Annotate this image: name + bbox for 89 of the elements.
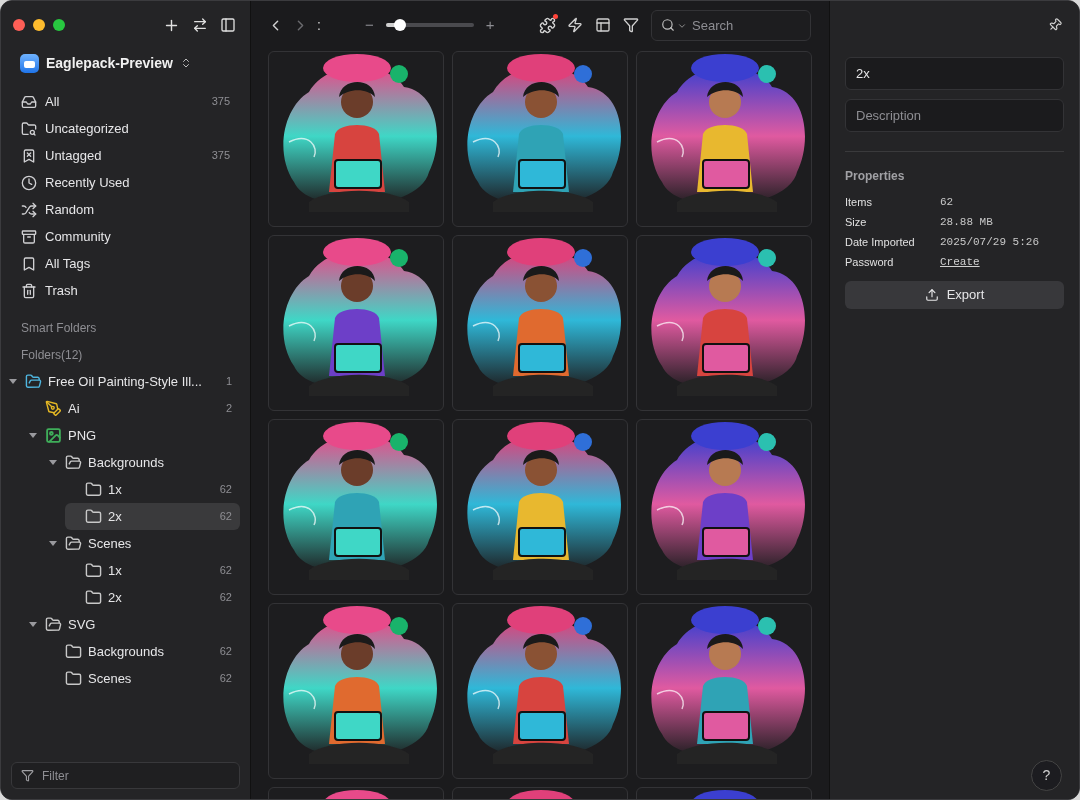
folder-item[interactable]: 1x 62	[65, 557, 240, 584]
property-label: Size	[845, 214, 868, 230]
archive-icon	[21, 228, 37, 245]
property-label: Date Imported	[845, 234, 916, 250]
caret-icon[interactable]	[49, 459, 57, 466]
bookmark-icon	[21, 255, 37, 272]
folder-item[interactable]: PNG	[25, 422, 240, 449]
zoom-in-button[interactable]: +	[485, 13, 495, 37]
bookmark-icon	[21, 147, 37, 164]
property-value: 62	[940, 194, 954, 210]
folder-label: 2x	[108, 507, 123, 526]
zoom-out-button[interactable]: −	[364, 13, 374, 37]
nav-item[interactable]: All 375	[11, 88, 240, 115]
create-link[interactable]: Create	[940, 253, 980, 271]
property-label: Password	[845, 254, 895, 270]
item-count: 375	[211, 148, 230, 164]
library-switcher[interactable]: Eaglepack-Preview	[1, 49, 250, 77]
trash-icon	[21, 282, 37, 299]
folder-label: PNG	[68, 426, 98, 445]
folder-item[interactable]: Ai 2	[25, 395, 240, 422]
folder-item[interactable]: 2x 62	[65, 584, 240, 611]
search-field[interactable]: Search	[651, 9, 811, 41]
export-button[interactable]: Export	[845, 281, 1064, 309]
folder-label: 1x	[108, 480, 123, 499]
folder-label: SVG	[68, 615, 97, 634]
slider-thumb[interactable]	[393, 19, 406, 31]
property-label: Items	[845, 194, 873, 210]
folder-label: 2x	[108, 588, 123, 607]
folder-label: Free Oil Painting-Style Ill...	[48, 372, 203, 391]
item-count: 375	[211, 94, 230, 110]
folder-label: Ai	[68, 399, 81, 418]
upload-icon	[924, 288, 939, 302]
item-count: 2	[225, 401, 232, 417]
close-button[interactable]	[13, 19, 25, 31]
folder-item[interactable]: Scenes	[45, 530, 240, 557]
caret-icon[interactable]	[49, 540, 57, 547]
section-heading: Properties	[845, 168, 906, 185]
help-button[interactable]: ?	[1031, 760, 1062, 791]
caret-icon[interactable]	[29, 432, 37, 439]
folder-label: 1x	[108, 561, 123, 580]
caret-icon[interactable]	[29, 621, 37, 628]
minimize-button[interactable]	[33, 19, 45, 31]
item-count: 62	[219, 590, 232, 606]
folder-item[interactable]: Backgrounds	[45, 449, 240, 476]
section-heading: Folders(12)	[21, 347, 84, 364]
layout-icon[interactable]	[595, 17, 611, 33]
nav-item[interactable]: Random	[11, 196, 240, 223]
nav-item[interactable]: All Tags	[11, 250, 240, 277]
swap-icon[interactable]	[192, 16, 208, 33]
search-icon	[661, 17, 675, 32]
folder-item[interactable]: 2x 62	[65, 503, 240, 530]
folder-item[interactable]: 1x 62	[65, 476, 240, 503]
filter-icon	[21, 769, 34, 782]
folder-item[interactable]: Backgrounds 62	[45, 638, 240, 665]
item-count: 62	[219, 482, 232, 498]
section-heading: Smart Folders	[21, 320, 98, 337]
nav-item[interactable]: Trash	[11, 277, 240, 304]
filter-icon[interactable]	[623, 17, 639, 33]
name-field[interactable]: 2x	[845, 57, 1064, 90]
item-count: 1	[225, 374, 232, 390]
folder-label: Scenes	[88, 669, 133, 688]
item-count: 62	[219, 671, 232, 687]
folder-label: Backgrounds	[88, 453, 165, 472]
clock-icon	[21, 174, 37, 191]
lightning-icon[interactable]	[567, 17, 583, 33]
sidebar-toggle-icon[interactable]	[220, 16, 236, 33]
nav-item[interactable]: Community	[11, 223, 240, 250]
item-count: 62	[219, 644, 232, 660]
nav-item[interactable]: Recently Used	[11, 169, 240, 196]
item-count: 62	[219, 509, 232, 525]
property-value: 28.88 MB	[940, 214, 993, 230]
folder-label: Backgrounds	[88, 642, 165, 661]
maximize-button[interactable]	[53, 19, 65, 31]
library-icon	[20, 53, 39, 73]
item-count: 62	[219, 563, 232, 579]
shuffle-icon	[21, 201, 37, 218]
property-value: 2025/07/29 5:26	[940, 234, 1040, 250]
description-field[interactable]: Description	[845, 99, 1064, 132]
folder-label: Scenes	[88, 534, 133, 553]
caret-icon[interactable]	[9, 378, 17, 385]
folder-item[interactable]: Free Oil Painting-Style Ill... 1	[5, 368, 240, 395]
inbox-icon	[21, 93, 37, 110]
filter-field[interactable]: Filter	[11, 762, 240, 789]
folder-item[interactable]: Scenes 62	[45, 665, 240, 692]
nav-item[interactable]: Untagged 375	[11, 142, 240, 169]
folder-item[interactable]: SVG	[25, 611, 240, 638]
folder-icon	[21, 120, 37, 137]
nav-item[interactable]: Uncategorized	[11, 115, 240, 142]
more-button[interactable]: :	[317, 14, 321, 36]
